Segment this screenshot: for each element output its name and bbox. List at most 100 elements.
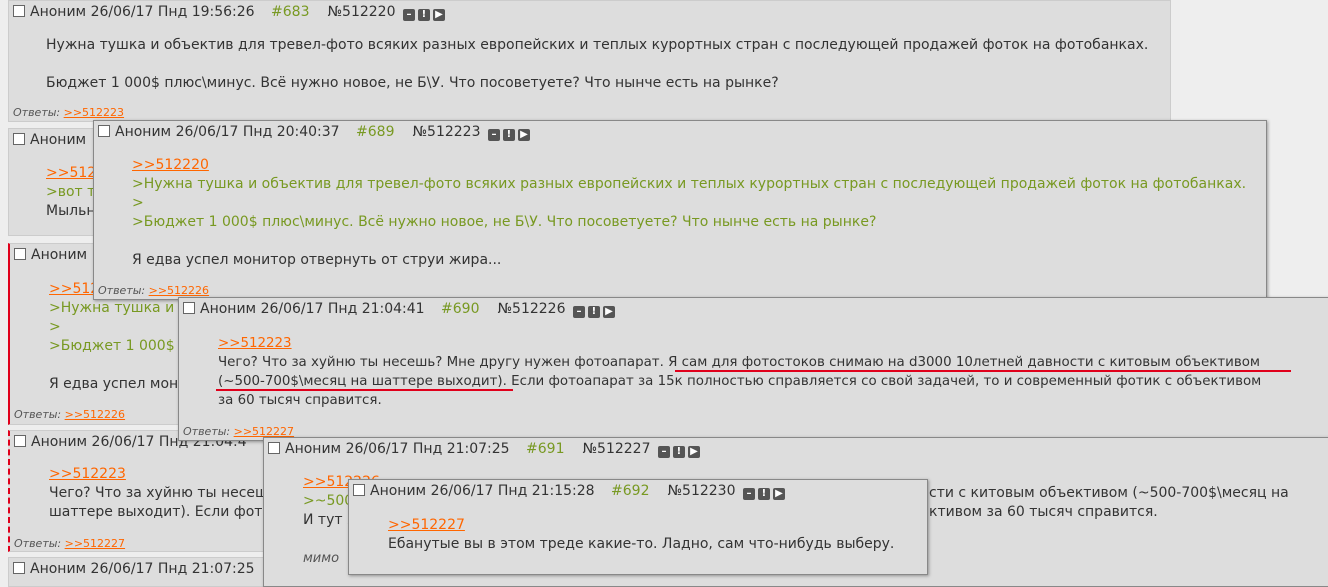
post-id[interactable]: №512227	[582, 441, 650, 457]
select-checkbox[interactable]	[13, 562, 25, 574]
post-header: Аноним 26/06/17 Пнд 21:04:41 #690 №512226…	[183, 301, 615, 318]
post-date: 26/06/17 Пнд 20:40:37	[175, 124, 340, 140]
red-underline	[675, 370, 1291, 372]
quote-line: >Нужна тушка и объектив для тревел-фото …	[132, 176, 1247, 192]
select-checkbox[interactable]	[268, 442, 280, 454]
reply-link[interactable]: >>512223	[64, 106, 124, 119]
message-line: Ебанутые вы в этом треде какие-то. Ладно…	[388, 536, 895, 552]
replies-label: Ответы:	[14, 408, 62, 421]
message-line: Нужна тушка и объектив для тревел-фото в…	[46, 37, 1149, 53]
message-line: Я едва успел мон	[49, 376, 179, 392]
poster-name: Аноним	[115, 124, 172, 140]
play-icon[interactable]: ▶	[602, 306, 615, 318]
post-692-popup: Аноним 26/06/17 Пнд 21:15:28 #692 №512230…	[348, 479, 928, 575]
reply-link[interactable]: >>512223	[218, 334, 1261, 353]
minus-icon[interactable]: –	[657, 446, 670, 458]
post-header: Аноним 26/06/17 Пнд 19:56:26 #683 №512220…	[13, 4, 445, 21]
message-line: Я едва успел монитор отвернуть от струи …	[132, 252, 502, 268]
post-689-popup: Аноним 26/06/17 Пнд 20:40:37 #689 №512223…	[93, 120, 1267, 300]
quote-line: >	[49, 319, 61, 335]
post-message: Нужна тушка и объектив для тревел-фото в…	[46, 36, 1148, 93]
minus-icon[interactable]: –	[572, 306, 585, 318]
reply-link[interactable]: >>512226	[65, 408, 125, 421]
play-icon[interactable]: ▶	[772, 488, 785, 500]
select-checkbox[interactable]	[13, 133, 25, 145]
post-header: Аноним 26/06/17 Пнд 21:15:28 #692 №512230…	[353, 483, 785, 500]
poster-name: Аноним	[285, 441, 342, 457]
post-date: 26/06/17 Пнд 21:07:25	[345, 441, 510, 457]
post-message-continuation: сти с китовым объективом (~500-700$\меся…	[929, 484, 1289, 522]
poster-name: Аноним	[31, 247, 88, 263]
post-number[interactable]: #692	[611, 483, 649, 499]
report-icon[interactable]: !	[672, 446, 685, 458]
post-691-background: Аноним 26/06/17 Пнд 21:07:25	[8, 557, 268, 587]
replies-row: Ответы: >>512226	[14, 408, 125, 421]
report-icon[interactable]: !	[502, 129, 515, 141]
minus-icon[interactable]: –	[487, 129, 500, 141]
reply-link[interactable]: >>512220	[132, 156, 1246, 175]
post-header: Аноним 26/06/17 Пнд 21:07:25 #691 №512227…	[268, 441, 700, 458]
post-message: >>512227 Ебанутые вы в этом треде какие-…	[388, 516, 894, 554]
quote-line: >Бюджет 1 000$	[49, 338, 175, 354]
select-checkbox[interactable]	[14, 248, 26, 260]
quote-line: >	[132, 195, 144, 211]
message-line: Чего? Что за хуйню ты несеш	[49, 485, 268, 501]
reply-link[interactable]: >>512227	[65, 537, 125, 550]
message-line: шаттере выходит). Если фото	[49, 504, 268, 520]
post-number[interactable]: #691	[526, 441, 564, 457]
report-icon[interactable]: !	[417, 9, 430, 21]
post-690-highlighted: Аноним 26/06/17 Пнд 21:04:4 >>512223 Чег…	[8, 430, 268, 552]
post-message: >>512220 >Нужна тушка и объектив для тре…	[132, 156, 1246, 270]
post-date: 26/06/17 Пнд 19:56:26	[90, 4, 255, 20]
select-checkbox[interactable]	[98, 125, 110, 137]
post-date: 26/06/17 Пнд 21:04:41	[260, 301, 425, 317]
message-line: Бюджет 1 000$ плюс\минус. Всё нужно ново…	[46, 75, 779, 91]
reply-link[interactable]: >>512226	[149, 284, 209, 297]
report-icon[interactable]: !	[587, 306, 600, 318]
poster-name: Аноним	[200, 301, 257, 317]
replies-label: Ответы:	[98, 284, 146, 297]
poster-name: Аноним	[30, 4, 87, 20]
poster-name: Аноним	[30, 132, 87, 148]
replies-row: Ответы: >>512227	[14, 537, 125, 550]
post-number[interactable]: #689	[356, 124, 394, 140]
post-id[interactable]: №512220	[327, 4, 395, 20]
post-id[interactable]: №512226	[497, 301, 565, 317]
select-checkbox[interactable]	[353, 484, 365, 496]
play-icon[interactable]: ▶	[517, 129, 530, 141]
quote-line: >Бюджет 1 000$ плюс\минус. Всё нужно нов…	[132, 214, 877, 230]
post-number[interactable]: #690	[441, 301, 479, 317]
quote-line: >Нужна тушка и о	[49, 300, 180, 316]
message-line: сти с китовым объективом (~500-700$\меся…	[929, 485, 1289, 501]
post-number[interactable]: #683	[271, 4, 309, 20]
play-icon[interactable]: ▶	[687, 446, 700, 458]
report-icon[interactable]: !	[757, 488, 770, 500]
post-header: Аноним 26/06/17 Пнд 20:40:37 #689 №512223…	[98, 124, 530, 141]
post-683: Аноним 26/06/17 Пнд 19:56:26 #683 №512220…	[8, 0, 1171, 122]
red-underline	[216, 389, 513, 391]
replies-label: Ответы:	[183, 425, 231, 438]
post-id[interactable]: №512230	[667, 483, 735, 499]
replies-label: Ответы:	[13, 106, 61, 119]
post-690-popup: Аноним 26/06/17 Пнд 21:04:41 #690 №512226…	[178, 297, 1328, 441]
select-checkbox[interactable]	[183, 302, 195, 314]
post-id[interactable]: №512223	[412, 124, 480, 140]
select-checkbox[interactable]	[14, 435, 26, 447]
reply-link[interactable]: >>512223	[49, 465, 267, 484]
reply-link[interactable]: >>512227	[388, 516, 894, 535]
post-message: >>512223 Чего? Что за хуйню ты несешь? М…	[218, 334, 1261, 410]
message-line: Мыльн	[46, 203, 96, 219]
play-icon[interactable]: ▶	[432, 9, 445, 21]
replies-label: Ответы:	[14, 537, 62, 550]
reply-link[interactable]: >>512	[46, 164, 96, 183]
poster-name: Аноним	[370, 483, 427, 499]
message-line: ктивом за 60 тысяч справится.	[929, 504, 1158, 520]
minus-icon[interactable]: –	[402, 9, 415, 21]
select-checkbox[interactable]	[13, 5, 25, 17]
message-line: за 60 тысяч справится.	[218, 393, 382, 408]
quote-line: >вот т	[46, 184, 96, 200]
post-date: 26/06/17 Пнд 21:15:28	[430, 483, 595, 499]
replies-row: Ответы: >>512223	[13, 106, 124, 119]
minus-icon[interactable]: –	[742, 488, 755, 500]
replies-row: Ответы: >>512226	[98, 284, 209, 297]
